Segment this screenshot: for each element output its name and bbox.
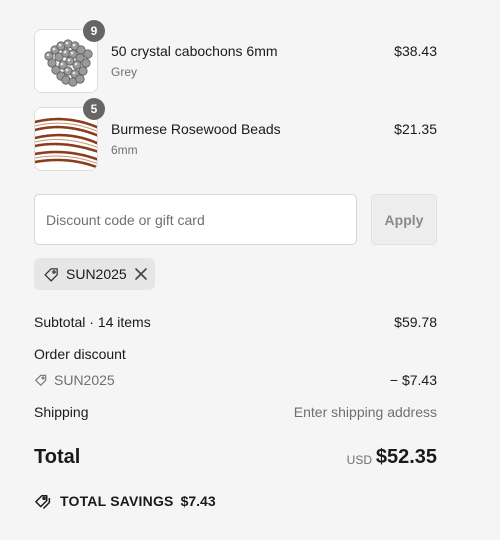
applied-discount-chip: SUN2025 — [34, 258, 155, 290]
total-currency: USD — [346, 453, 372, 467]
tag-icon — [43, 266, 60, 283]
order-discount-label: Order discount — [34, 346, 126, 362]
tags-icon — [34, 492, 52, 510]
item-price: $38.43 — [394, 43, 437, 59]
item-price: $21.35 — [394, 121, 437, 137]
savings-value: $7.43 — [180, 493, 216, 509]
line-item: 5 Burmese Rosewood Beads 6mm $21.35 — [34, 98, 437, 171]
quantity-badge: 9 — [83, 20, 105, 42]
total-label: Total — [34, 446, 81, 468]
item-variant: Grey — [111, 65, 138, 79]
savings-label: TOTAL SAVINGS — [60, 493, 174, 509]
tag-icon — [34, 373, 48, 387]
discount-code-input[interactable] — [34, 194, 357, 245]
subtotal-value: $59.78 — [394, 314, 437, 330]
item-name: 50 crystal cabochons 6mm — [111, 43, 278, 59]
total-amount: $52.35 — [375, 446, 437, 468]
shipping-value: Enter shipping address — [293, 404, 437, 420]
applied-code-text: SUN2025 — [66, 266, 127, 282]
quantity-badge: 5 — [83, 98, 105, 120]
discount-value: − $7.43 — [389, 372, 437, 388]
total-savings: TOTAL SAVINGS $7.43 — [34, 492, 216, 510]
shipping-label: Shipping — [34, 404, 89, 420]
apply-button[interactable]: Apply — [371, 194, 437, 245]
item-variant: 6mm — [111, 143, 138, 157]
item-name: Burmese Rosewood Beads — [111, 121, 281, 137]
discount-code-text: SUN2025 — [54, 372, 115, 388]
subtotal-label: Subtotal · 14 items — [34, 314, 151, 330]
discount-code-line: SUN2025 — [34, 372, 115, 388]
close-icon[interactable] — [134, 267, 148, 281]
line-item: 9 50 crystal cabochons 6mm Grey $38.43 — [34, 20, 437, 93]
